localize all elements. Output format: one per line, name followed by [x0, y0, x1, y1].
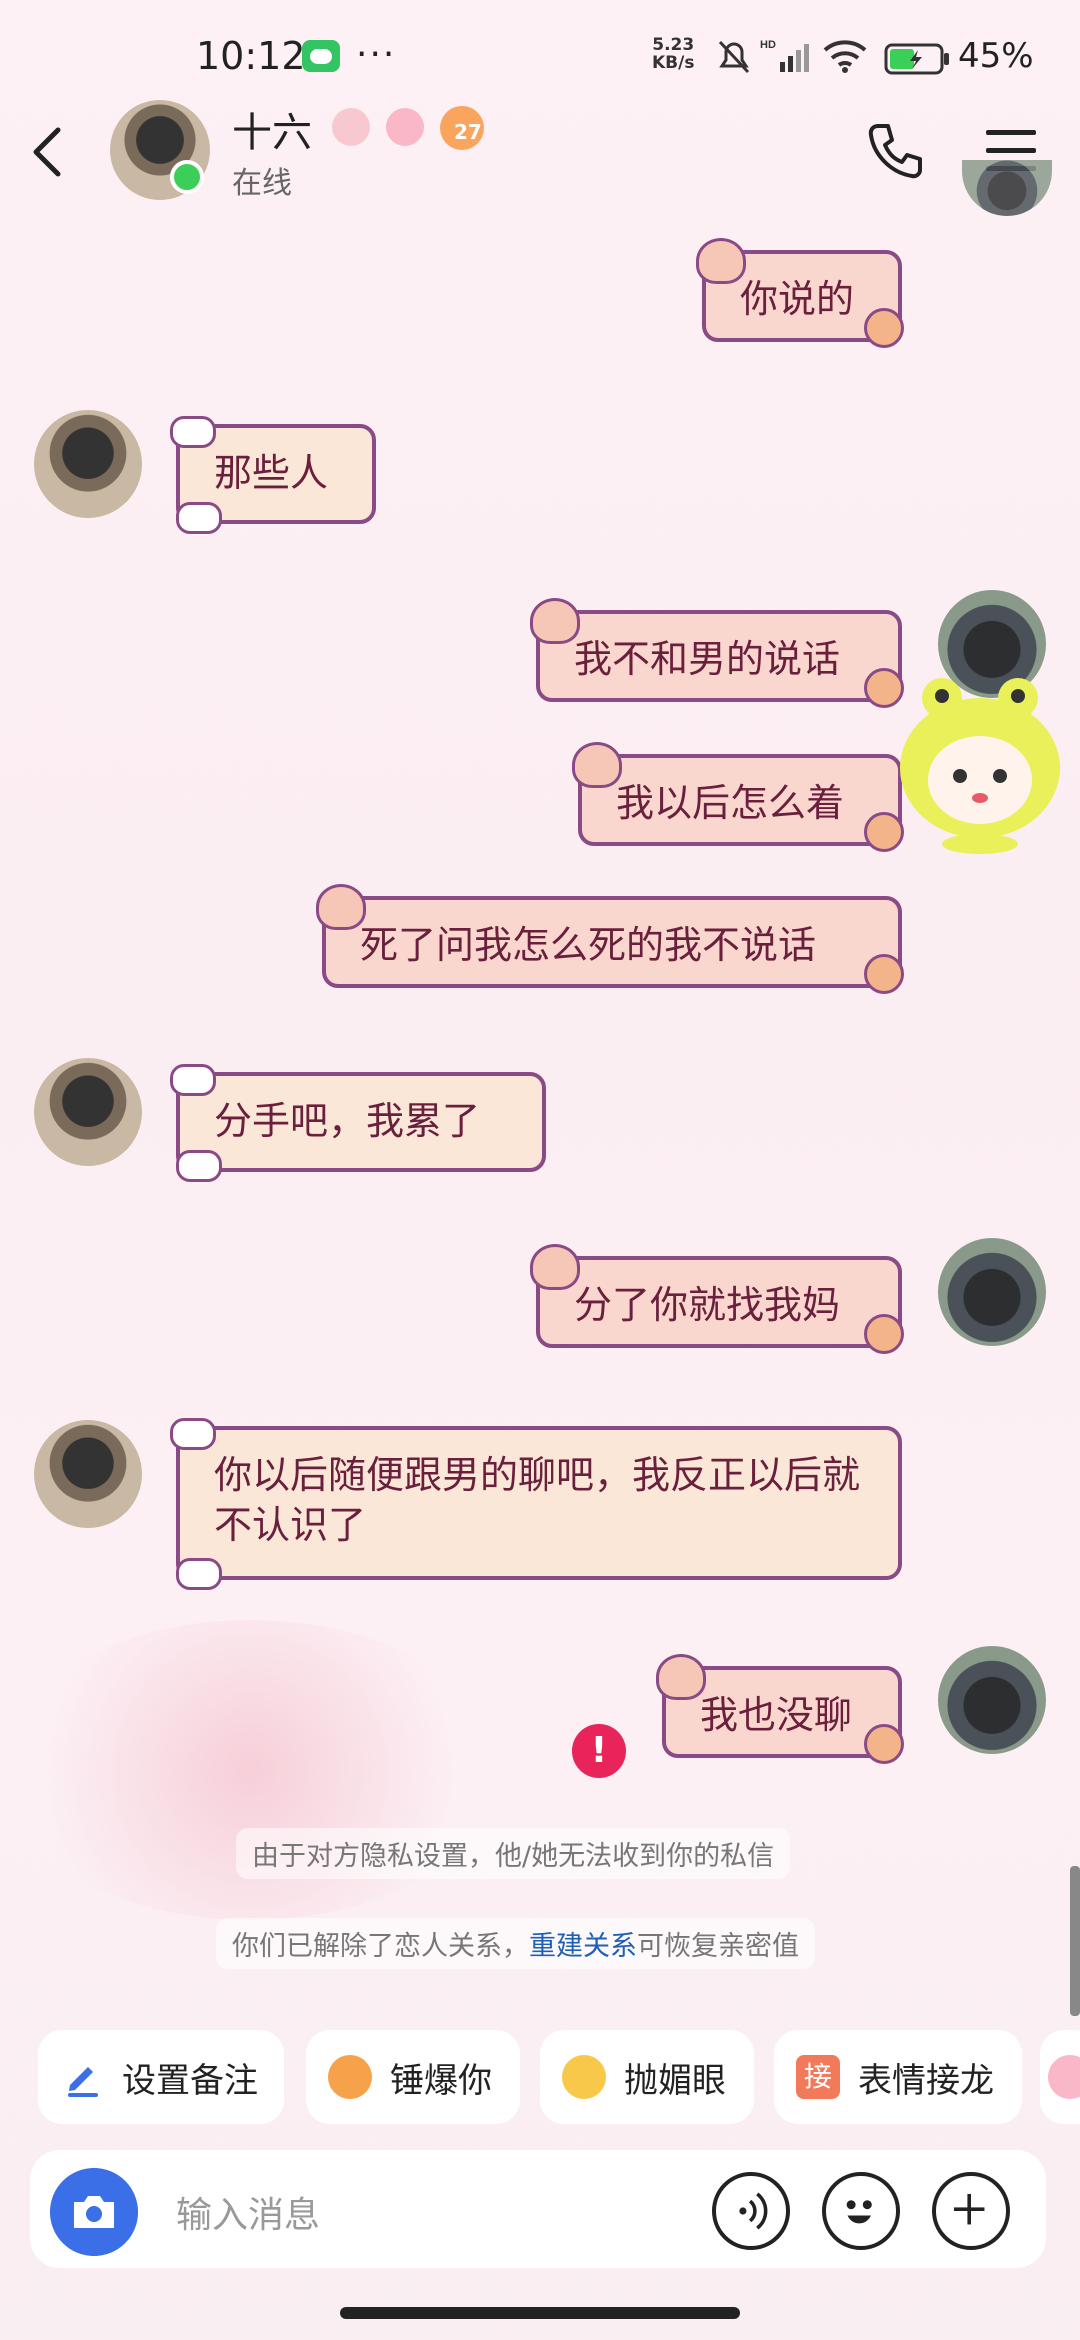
message-text: 死了问我怎么死的我不说话: [360, 923, 817, 967]
message-text: 我以后怎么着: [616, 781, 845, 825]
my-message-avatar[interactable]: [938, 1646, 1046, 1754]
add-attachment-button[interactable]: [932, 2172, 1010, 2250]
mute-icon: [718, 40, 750, 74]
message-text: 分手吧，我累了: [214, 1099, 481, 1143]
bone-decoration: [170, 416, 216, 448]
cat-decoration: [316, 884, 366, 930]
chip-label: 锤爆你: [390, 2060, 492, 2101]
message-bubble-outgoing[interactable]: 我不和男的说话: [530, 598, 904, 708]
phone-call-button[interactable]: [860, 116, 930, 186]
message-bubble-outgoing[interactable]: 你说的: [696, 238, 904, 348]
message-bubble-incoming[interactable]: 你以后随便跟男的聊吧，我反正以后就不认识了: [170, 1418, 902, 1590]
bone-decoration: [176, 1150, 222, 1182]
back-button[interactable]: [22, 120, 78, 184]
battery-percentage: 45%: [958, 36, 1034, 76]
voice-input-button[interactable]: [712, 2172, 790, 2250]
bone-decoration: [176, 502, 222, 534]
quick-action-hammer[interactable]: 锤爆你: [306, 2030, 520, 2124]
message-bubble-outgoing[interactable]: 分了你就找我妈: [530, 1244, 904, 1354]
yarn-ball-decoration: [864, 954, 904, 994]
relationship-notice-suffix: 可恢复亲密值: [637, 1931, 799, 1962]
emoji-button[interactable]: [822, 2172, 900, 2250]
wechat-notification-icon: [302, 40, 340, 72]
bone-decoration: [170, 1418, 216, 1450]
pencil-icon: [68, 2067, 98, 2097]
my-message-avatar[interactable]: [938, 1238, 1046, 1346]
message-text: 你以后随便跟男的聊吧，我反正以后就不认识了: [214, 1453, 861, 1547]
chip-label: 表情接龙: [858, 2060, 994, 2101]
camera-button[interactable]: [50, 2168, 138, 2256]
quick-action-set-remark[interactable]: 设置备注: [38, 2030, 284, 2124]
message-text: 我也没聊: [700, 1693, 853, 1737]
message-bubble-incoming[interactable]: 那些人: [170, 416, 376, 534]
battery-icon: [884, 43, 949, 75]
relationship-notice: 你们已解除了恋人关系，重建关系可恢复亲密值: [216, 1918, 815, 1969]
cellular-signal-icon: HD: [760, 39, 809, 72]
wink-sticker-icon: [562, 2055, 606, 2099]
message-text: 那些人: [214, 451, 329, 495]
message-bubble-outgoing[interactable]: 我以后怎么着: [572, 742, 904, 852]
network-speed-unit: KB/s: [652, 53, 695, 73]
message-text: 你说的: [740, 277, 855, 321]
message-bubble-outgoing[interactable]: 死了问我怎么死的我不说话: [316, 884, 904, 994]
hammer-sticker-icon: [328, 2055, 372, 2099]
contact-message-avatar[interactable]: [34, 410, 142, 518]
cat-decoration: [530, 598, 580, 644]
yarn-ball-decoration: [864, 1724, 904, 1764]
bone-decoration: [176, 1558, 222, 1590]
svg-text:HD: HD: [760, 39, 776, 51]
flame-level: 27: [454, 120, 482, 144]
home-indicator[interactable]: [340, 2307, 740, 2319]
cat-decoration: [530, 1244, 580, 1290]
cat-decoration: [572, 742, 622, 788]
rebuild-relationship-link[interactable]: 重建关系: [529, 1931, 637, 1962]
network-speed: 5.23 KB/s: [652, 36, 694, 72]
message-text: 我不和男的说话: [574, 637, 841, 681]
send-failed-icon[interactable]: !: [572, 1724, 626, 1778]
chip-label: 抛媚眼: [624, 2060, 726, 2101]
message-text: 分了你就找我妈: [574, 1283, 841, 1327]
status-bar: 10:12 ··· 5.23 KB/s HD 45%: [0, 0, 1080, 100]
message-bubble-outgoing[interactable]: 我也没聊: [656, 1654, 904, 1764]
quick-action-sticker-relay[interactable]: 接 表情接龙: [774, 2030, 1022, 2124]
online-status-dot: [170, 160, 204, 194]
contact-message-avatar[interactable]: [34, 1058, 142, 1166]
message-bubble-incoming[interactable]: 分手吧，我累了: [170, 1064, 546, 1182]
yarn-ball-decoration: [864, 308, 904, 348]
relay-icon: 接: [796, 2055, 840, 2099]
cat-decoration: [656, 1654, 706, 1700]
quick-action-wink[interactable]: 抛媚眼: [540, 2030, 754, 2124]
cake-badge-icon: [332, 108, 370, 146]
peach-sticker-icon: [1048, 2055, 1080, 2099]
chip-label: 设置备注: [122, 2060, 258, 2101]
relationship-notice-text: 你们已解除了恋人关系，: [232, 1931, 529, 1962]
contact-message-avatar[interactable]: [34, 1420, 142, 1528]
flame-badge-icon: 27: [440, 106, 484, 150]
bone-decoration: [170, 1064, 216, 1096]
wifi-icon: [823, 40, 867, 73]
message-input[interactable]: 输入消息: [176, 2186, 320, 2238]
more-notifications-icon: ···: [356, 34, 397, 75]
clock: 10:12: [196, 34, 306, 78]
privacy-notice: 由于对方隐私设置，他/她无法收到你的私信: [236, 1828, 791, 1879]
contact-name[interactable]: 十六: [232, 100, 312, 158]
cat-decoration: [696, 238, 746, 284]
network-speed-value: 5.23: [652, 35, 695, 55]
contact-status: 在线: [232, 166, 292, 201]
frog-hat-sticker: [900, 678, 1060, 854]
peach-badge-icon: [386, 108, 424, 146]
scrollbar[interactable]: [1070, 1866, 1080, 2016]
quick-action-more[interactable]: [1040, 2030, 1080, 2124]
yarn-ball-decoration: [864, 1314, 904, 1354]
